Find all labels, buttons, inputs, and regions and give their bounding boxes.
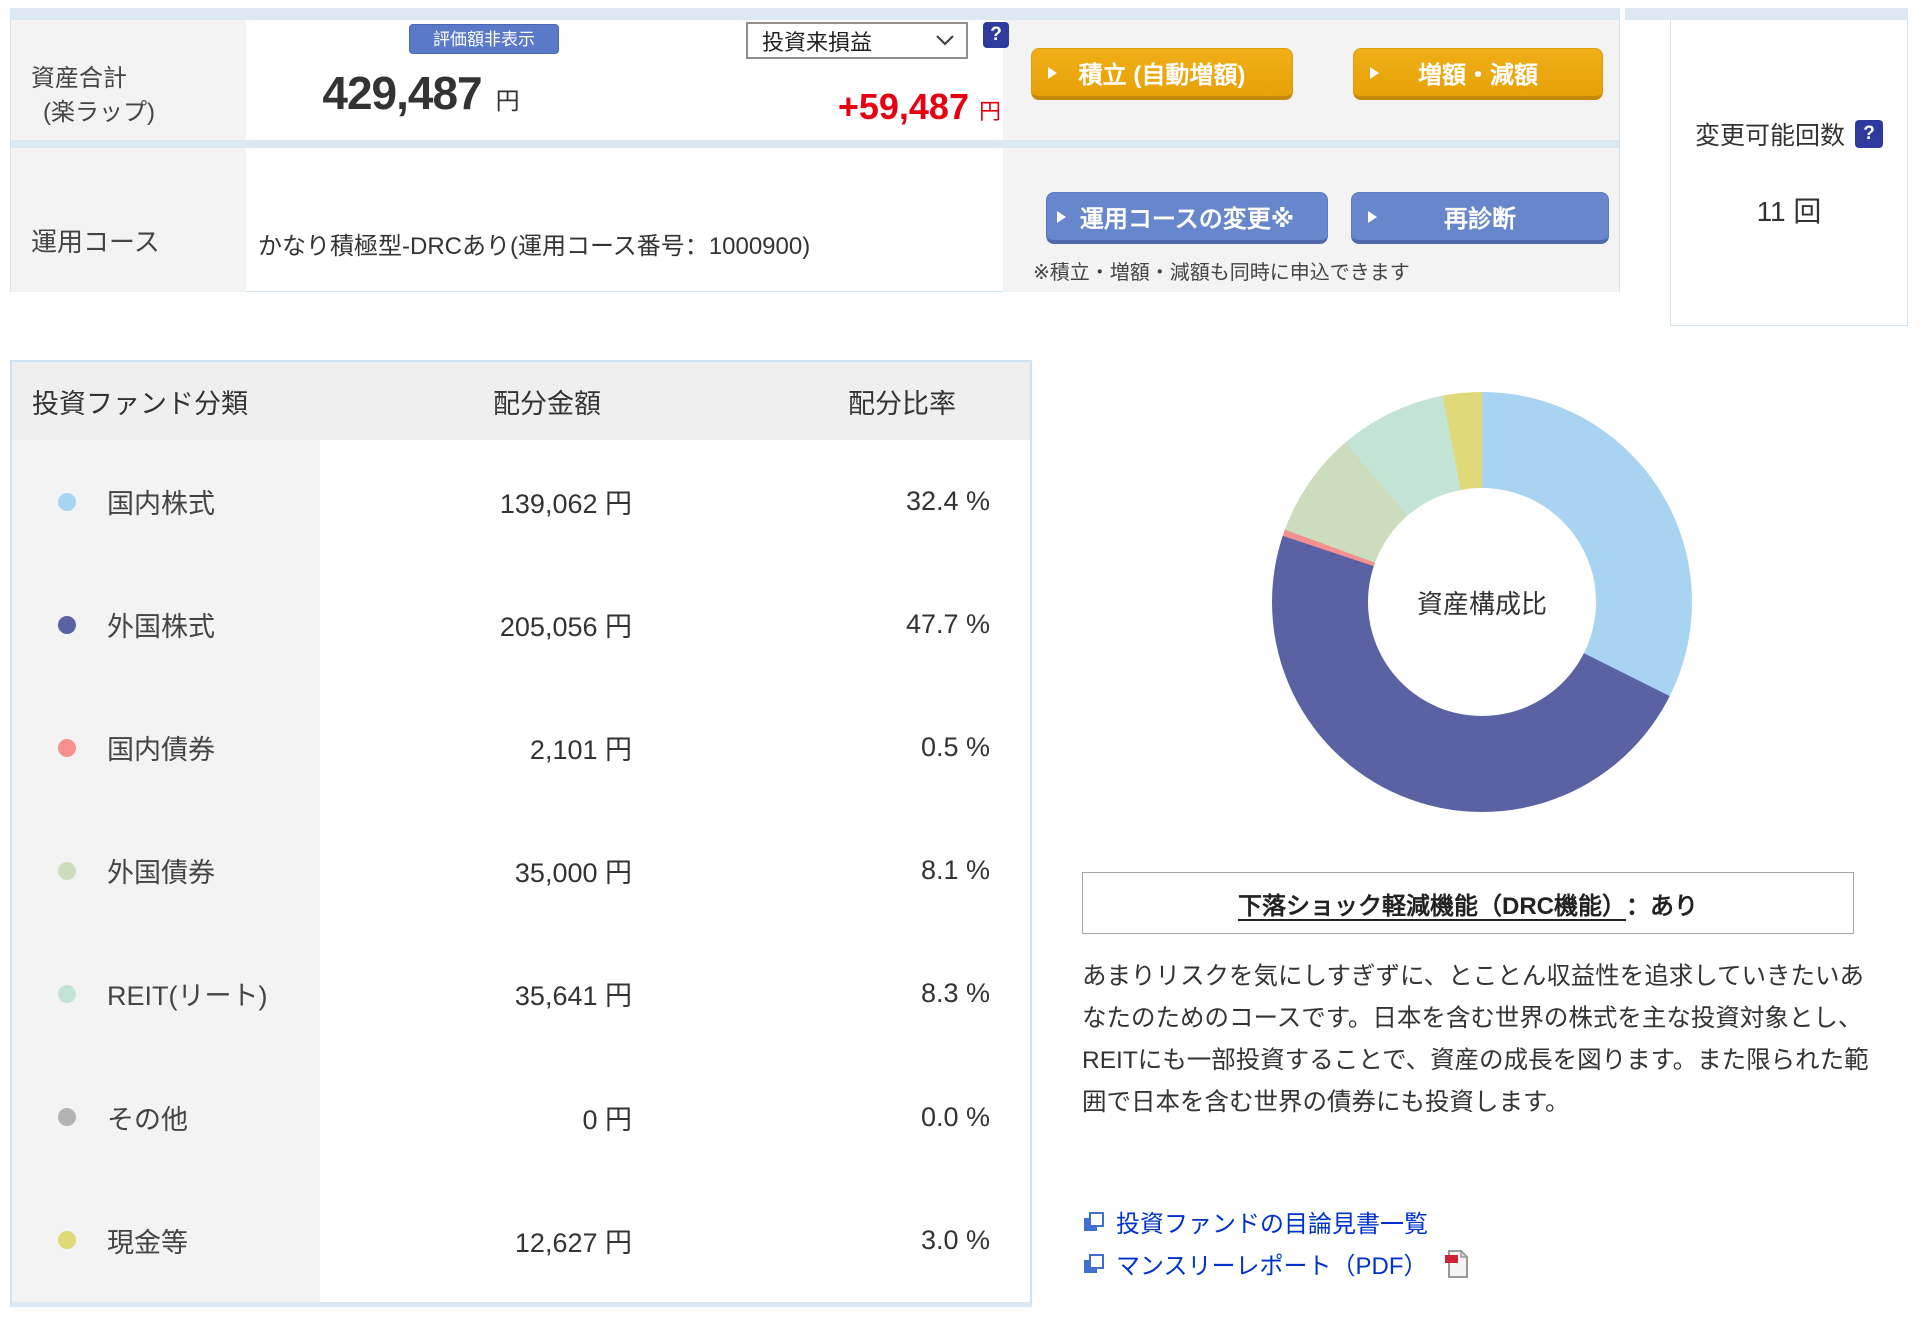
allocation-amount: 35,000 円: [514, 858, 632, 889]
new-window-icon: [1084, 1253, 1104, 1273]
chart-center-label: 資産構成比: [1416, 588, 1547, 619]
table-row: 現金等 12,627 円 3.0 %: [12, 1179, 1030, 1302]
chevron-down-icon: [936, 35, 954, 46]
allocation-table-header: 投資ファンド分類 配分金額 配分比率: [12, 362, 1030, 440]
category-color-dot: [58, 861, 76, 880]
pl-period-select-value: 投資来損益: [762, 29, 873, 55]
new-window-icon: [1084, 1211, 1104, 1231]
row-divider: [11, 140, 1619, 148]
allocation-table: 投資ファンド分類 配分金額 配分比率 国内株式 139,062 円 32.4 %…: [10, 360, 1032, 1307]
allocation-amount: 2,101 円: [529, 735, 632, 766]
course-description: あまりリスクを気にしすぎずに、とことん収益性を追求していきたいあなたのためのコー…: [1082, 963, 1869, 1116]
allocation-amount: 139,062 円: [499, 489, 632, 520]
profit-loss-value: +59,487 円: [661, 86, 1001, 130]
pdf-icon[interactable]: [1444, 1248, 1470, 1279]
table-row: REIT(リート) 35,641 円 8.3 %: [12, 932, 1030, 1055]
asset-summary-panel: 資産合計 (楽ラップ) 運用コース 評価額非表示 429,487 円 投資来損益…: [10, 20, 1620, 292]
allocation-ratio: 47.7 %: [905, 609, 990, 640]
allocation-ratio: 0.5 %: [920, 732, 990, 763]
triangle-icon: [1048, 66, 1057, 79]
pl-period-select[interactable]: 投資来損益: [746, 22, 968, 59]
prospectus-link[interactable]: 投資ファンドの目論見書一覧: [1082, 1204, 1428, 1239]
drc-feature-box: 下落ショック軽減機能（DRC機能） ：あり: [1082, 872, 1854, 934]
table-row: 国内株式 139,062 円 32.4 %: [12, 440, 1030, 563]
table-row: 外国株式 205,056 円 47.7 %: [12, 563, 1030, 686]
total-asset-value: 429,487 円: [211, 66, 631, 130]
table-row: その他 0 円 0.0 %: [12, 1055, 1030, 1178]
pl-help-icon[interactable]: ?: [983, 22, 1009, 48]
course-row-label: 運用コース: [11, 148, 246, 292]
category-color-dot: [58, 615, 76, 634]
table-row: 外国債券 35,000 円 8.1 %: [12, 809, 1030, 932]
triangle-icon: [1368, 210, 1377, 223]
drc-title: 下落ショック軽減機能（DRC機能）: [1238, 892, 1626, 920]
header-allocation-ratio: 配分比率: [848, 388, 956, 419]
change-count-panel: 変更可能回数 ? 11 回: [1670, 20, 1908, 326]
allocation-amount: 35,641 円: [514, 981, 632, 1012]
category-color-dot: [58, 492, 76, 511]
change-count-help-icon[interactable]: ?: [1855, 120, 1883, 148]
change-count-label-row: 変更可能回数 ?: [1695, 116, 1883, 152]
pl-amount-unit: 円: [978, 99, 1001, 124]
allocation-ratio: 3.0 %: [920, 1224, 990, 1255]
rakuten-wrap-page: 資産合計 (楽ラップ) 運用コース 評価額非表示 429,487 円 投資来損益…: [0, 0, 1930, 1318]
drc-status: ：あり: [1626, 892, 1698, 920]
total-amount-unit: 円: [495, 88, 520, 115]
allocation-ratio: 8.1 %: [920, 855, 990, 886]
change-count-label: 変更可能回数: [1694, 122, 1845, 150]
simultaneous-apply-note: ※積立・増額・減額も同時に申込できます: [1033, 262, 1410, 284]
category-color-dot: [58, 1108, 76, 1127]
change-count-value: 11 回: [1756, 196, 1822, 227]
course-value: かなり積極型-DRCあり(運用コース番号：1000900): [258, 233, 811, 260]
category-label: REIT(リート): [107, 981, 268, 1012]
course-change-button[interactable]: 運用コースの変更※: [1046, 192, 1328, 244]
category-label: その他: [107, 1104, 188, 1135]
allocation-ratio: 0.0 %: [920, 1101, 990, 1132]
category-color-dot: [58, 1231, 76, 1250]
allocation-ratio: 8.3 %: [920, 978, 990, 1009]
monthly-report-link[interactable]: マンスリーレポート（PDF）: [1082, 1246, 1470, 1281]
header-allocation-amount: 配分金額: [493, 388, 601, 419]
total-amount: 429,487: [322, 67, 482, 119]
triangle-icon: [1370, 66, 1379, 79]
header-fund-category: 投資ファンド分類: [32, 388, 248, 419]
allocation-amount: 205,056 円: [499, 612, 632, 643]
allocation-table-body: 国内株式 139,062 円 32.4 % 外国株式 205,056 円 47.…: [12, 440, 1030, 1302]
zougaku-gengaku-button[interactable]: 増額・減額: [1353, 48, 1603, 100]
category-label: 外国債券: [107, 858, 215, 889]
rediagnosis-button[interactable]: 再診断: [1351, 192, 1609, 244]
allocation-amount: 0 円: [582, 1104, 632, 1135]
donut-hole: 資産構成比: [1368, 488, 1596, 716]
category-label: 国内債券: [107, 735, 215, 766]
category-label: 国内株式: [107, 489, 215, 520]
table-row: 国内債券 2,101 円 0.5 %: [12, 686, 1030, 809]
tsumitate-button[interactable]: 積立 (自動増額): [1031, 48, 1293, 100]
panel-top-strip: [10, 8, 1620, 20]
pl-amount: +59,487: [837, 86, 969, 127]
category-label: 現金等: [107, 1227, 188, 1258]
valuation-hide-badge[interactable]: 評価額非表示: [409, 24, 559, 54]
panel-top-strip-right: [1625, 8, 1908, 20]
allocation-amount: 12,627 円: [514, 1227, 632, 1258]
asset-composition-donut-chart: 資産構成比: [1272, 392, 1692, 812]
category-color-dot: [58, 984, 76, 1003]
category-color-dot: [58, 738, 76, 757]
allocation-ratio: 32.4 %: [905, 486, 990, 517]
triangle-icon: [1057, 210, 1066, 223]
category-label: 外国株式: [107, 612, 215, 643]
